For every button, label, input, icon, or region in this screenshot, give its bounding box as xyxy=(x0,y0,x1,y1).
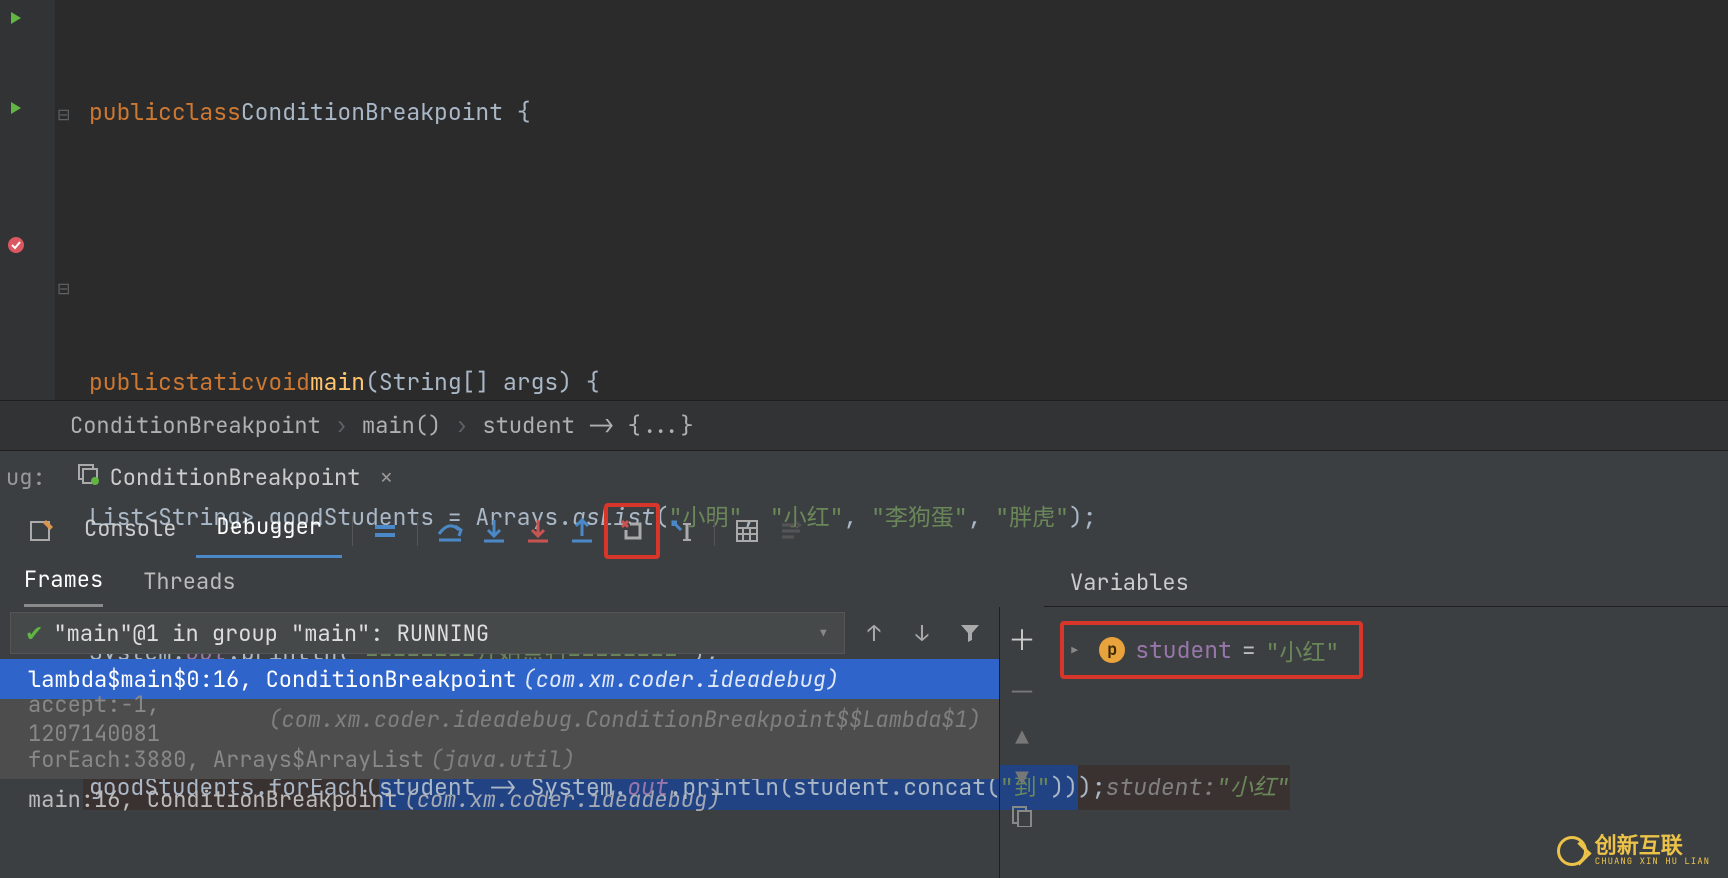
check-icon: ✔ xyxy=(25,619,43,648)
frames-panel: ✔ "main"@1 in group "main": RUNNING ▾ ↑ … xyxy=(0,607,1000,878)
debug-config-tab[interactable]: ConditionBreakpoint ✕ xyxy=(60,452,409,503)
code-text: { xyxy=(503,90,531,135)
variable-eq: = xyxy=(1242,635,1256,665)
variables-title: Variables xyxy=(1044,559,1728,607)
run-icon[interactable] xyxy=(8,100,24,116)
tab-console[interactable]: Console xyxy=(64,506,196,557)
trace-current-stream-chain-icon xyxy=(769,509,813,553)
thread-selector-row: ✔ "main"@1 in group "main": RUNNING ▾ ↑ … xyxy=(0,607,999,659)
code-area[interactable]: public class ConditionBreakpoint { publi… xyxy=(77,0,1290,400)
watermark-py: CHUANG XIN HU LIAN xyxy=(1595,857,1710,866)
move-down-icon[interactable]: ▼ xyxy=(1015,764,1028,793)
code-method: main xyxy=(310,360,365,405)
frames-list[interactable]: lambda$main$0:16, ConditionBreakpoint(co… xyxy=(0,659,999,878)
watermark-cn: 创新互联 xyxy=(1595,835,1710,857)
breakpoint-icon[interactable] xyxy=(6,235,26,255)
code-str: "胖虎" xyxy=(995,495,1069,540)
force-step-into-icon[interactable] xyxy=(516,509,560,553)
divider xyxy=(352,516,353,546)
code-kw: static xyxy=(172,360,255,405)
show-execution-point-icon[interactable] xyxy=(363,509,407,553)
fold-gutter: ⊟ ⊟ xyxy=(55,0,77,400)
highlight-variable: ▸ p student = "小红" xyxy=(1060,621,1363,679)
toggle-view-icon[interactable] xyxy=(20,509,64,553)
code-class: ConditionBreakpoint xyxy=(241,90,503,135)
divider xyxy=(714,516,715,546)
code-str: "李狗蛋" xyxy=(871,495,968,540)
prev-frame-icon[interactable]: ↑ xyxy=(855,614,893,652)
code-kw: class xyxy=(172,90,241,135)
variable-name: student xyxy=(1135,635,1232,665)
thread-selector-text: "main"@1 in group "main": RUNNING xyxy=(53,619,489,648)
debug-config-name: ConditionBreakpoint xyxy=(110,463,361,492)
remove-watch-icon[interactable]: － xyxy=(1008,671,1036,711)
run-icon[interactable] xyxy=(8,10,24,26)
watermark-logo-icon xyxy=(1557,836,1587,866)
filter-icon[interactable] xyxy=(951,614,989,652)
stack-frame[interactable]: accept:-1, 1207140081(com.xm.coder.idead… xyxy=(0,699,999,739)
variable-row[interactable]: p student = "小红" xyxy=(1089,627,1349,673)
variable-value: "小红" xyxy=(1266,633,1340,667)
drop-frame-icon[interactable] xyxy=(610,509,654,553)
add-watch-icon[interactable]: ＋ xyxy=(1008,619,1036,659)
tab-debugger[interactable]: Debugger xyxy=(196,504,342,558)
evaluate-expression-icon[interactable] xyxy=(725,509,769,553)
code-text: ); xyxy=(1069,495,1097,540)
variables-side-icons: ＋ － ▲ ▼ xyxy=(1000,607,1044,878)
code-kw: public xyxy=(89,90,172,135)
editor-gutter xyxy=(0,0,55,400)
close-icon[interactable]: ✕ xyxy=(380,464,392,490)
watermark: 创新互联 CHUANG XIN HU LIAN xyxy=(1557,835,1710,866)
fold-icon[interactable]: ⊟ xyxy=(57,104,70,125)
step-over-icon[interactable] xyxy=(428,509,472,553)
breadcrumb-item[interactable]: main() xyxy=(362,411,441,440)
chevron-right-icon: › xyxy=(335,411,348,440)
duplicate-watch-icon[interactable] xyxy=(1011,805,1033,834)
fold-icon[interactable]: ⊟ xyxy=(57,278,70,299)
debug-label: ug: xyxy=(0,463,60,492)
parameter-icon: p xyxy=(1099,637,1125,663)
tab-threads[interactable]: Threads xyxy=(143,561,235,606)
tab-frames[interactable]: Frames xyxy=(24,559,103,607)
move-up-icon[interactable]: ▲ xyxy=(1015,723,1028,752)
run-to-cursor-icon[interactable] xyxy=(660,509,704,553)
breadcrumb-item[interactable]: ConditionBreakpoint xyxy=(70,411,321,440)
chevron-down-icon: ▾ xyxy=(817,619,830,648)
step-into-icon[interactable] xyxy=(472,509,516,553)
step-out-icon[interactable] xyxy=(560,509,604,553)
code-text: (String[] args) { xyxy=(365,360,600,405)
expand-icon[interactable]: ▸ xyxy=(1068,636,1081,665)
stack-frame[interactable]: forEach:3880, Arrays$ArrayList(java.util… xyxy=(0,739,999,779)
restore-layout-icon xyxy=(76,462,100,493)
next-frame-icon[interactable]: ↓ xyxy=(903,614,941,652)
breadcrumb-item[interactable]: student -> {...} xyxy=(482,411,693,440)
stack-frame[interactable]: main:16, ConditionBreakpoint(com.xm.code… xyxy=(0,779,999,819)
chevron-right-icon: › xyxy=(455,411,468,440)
thread-selector[interactable]: ✔ "main"@1 in group "main": RUNNING ▾ xyxy=(10,612,845,654)
code-kw: public xyxy=(89,360,172,405)
divider xyxy=(417,516,418,546)
debug-main: ✔ "main"@1 in group "main": RUNNING ▾ ↑ … xyxy=(0,607,1728,878)
code-kw: void xyxy=(255,360,310,405)
code-editor[interactable]: ⊟ ⊟ public class ConditionBreakpoint { p… xyxy=(0,0,1728,400)
highlight-drop-frame xyxy=(604,503,660,559)
